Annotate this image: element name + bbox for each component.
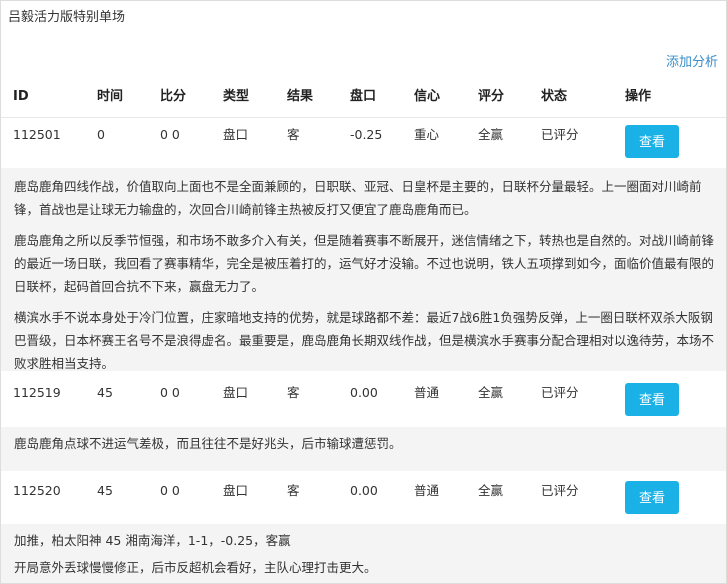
view-button[interactable]: 查看 [625,125,679,158]
analysis-paragraph: 鹿岛鹿角四线作战，价值取向上面也不是全面兼顾的，日职联、亚冠、日皇杯是主要的，日… [14,179,702,217]
row-score: 0 0 [160,385,180,400]
row-type: 盘口 [223,483,249,498]
row-id: 112520 [13,483,61,498]
analysis-detail: 鹿岛鹿角四线作战，价值取向上面也不是全面兼顾的，日职联、亚冠、日皇杯是主要的，日… [1,168,726,371]
header-result: 结果 [287,89,314,104]
row-result: 客 [287,483,300,498]
analysis-detail: 加推，柏太阳神 45 湘南海洋，1-1，-0.25，客赢 开局意外丢球慢慢修正，… [1,524,726,583]
view-button[interactable]: 查看 [625,481,679,514]
header-score: 比分 [160,89,187,104]
row-rating: 全赢 [478,127,504,142]
header-type: 类型 [223,89,250,104]
analysis-paragraph: 横滨水手不说本身处于冷门位置，庄家暗地支持的优势，就是球路都不差：最近7战6胜1… [14,310,715,371]
row-status: 已评分 [541,127,579,142]
row-result: 客 [287,385,300,400]
row-time: 45 [97,385,113,400]
header-action: 操作 [625,89,652,104]
add-analysis-link[interactable]: 添加分析 [666,51,718,70]
table-row: 112501 0 0 0 盘口 客 -0.25 重心 全赢 已评分 查看 [1,115,726,158]
analysis-paragraph: 加推，柏太阳神 45 湘南海洋，1-1，-0.25，客赢 [14,533,291,548]
analysis-paragraph: 鹿岛鹿角点球不进运气差极，而且往往不是好兆头，后市输球遭惩罚。 [14,436,402,451]
row-id: 112519 [13,385,61,400]
row-rating: 全赢 [478,483,504,498]
header-line: 盘口 [350,89,377,104]
row-confidence: 普通 [414,385,440,400]
row-time: 45 [97,483,113,498]
row-score: 0 0 [160,483,180,498]
row-rating: 全赢 [478,385,504,400]
row-line: 0.00 [350,483,378,498]
row-status: 已评分 [541,483,579,498]
row-confidence: 普通 [414,483,440,498]
row-confidence: 重心 [414,127,440,142]
header-confidence: 信心 [414,89,441,104]
row-line: -0.25 [350,127,383,142]
table-row: 112520 45 0 0 盘口 客 0.00 普通 全赢 已评分 查看 [1,471,726,515]
row-line: 0.00 [350,385,378,400]
row-id: 112501 [13,127,61,142]
header-time: 时间 [97,89,124,104]
header-id: ID [13,89,29,104]
analysis-paragraph: 开局意外丢球慢慢修正，后市反超机会看好，主队心理打击更大。 [14,560,377,575]
table-header: ID 时间 比分 类型 结果 盘口 信心 评分 状态 操作 [1,77,726,117]
table-row: 112519 45 0 0 盘口 客 0.00 普通 全赢 已评分 查看 [1,373,726,417]
row-status: 已评分 [541,385,579,400]
row-result: 客 [287,127,300,142]
header-status: 状态 [541,89,568,104]
row-time: 0 [97,127,105,142]
panel-title: 吕毅活力版特别单场 [8,10,126,25]
row-type: 盘口 [223,385,249,400]
row-type: 盘口 [223,127,249,142]
analysis-panel: 吕毅活力版特别单场 添加分析 ID 时间 比分 类型 结果 盘口 信心 评分 状… [0,0,727,584]
analysis-paragraph: 鹿岛鹿角之所以反季节恒强，和市场不敢多介入有关，但是随着赛事不断展开，迷信情绪之… [14,233,715,294]
analysis-detail: 鹿岛鹿角点球不进运气差极，而且往往不是好兆头，后市输球遭惩罚。 [1,427,726,471]
row-score: 0 0 [160,127,180,142]
header-rating: 评分 [478,89,505,104]
view-button[interactable]: 查看 [625,383,679,416]
